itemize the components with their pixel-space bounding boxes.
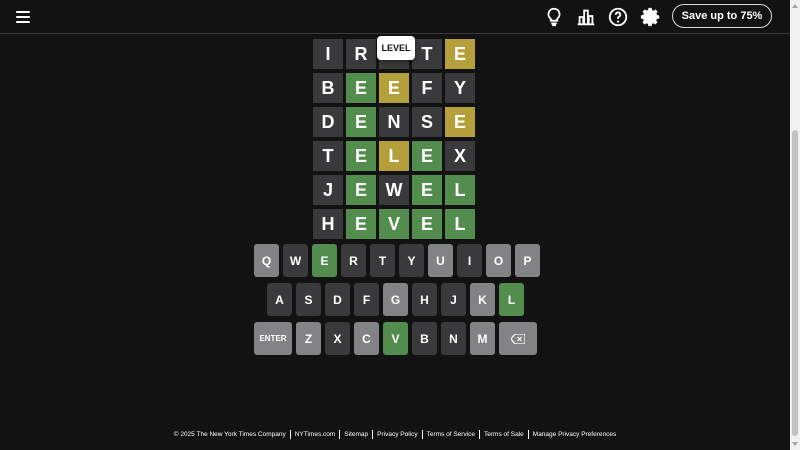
tile: E	[346, 141, 376, 171]
tile: L	[445, 209, 475, 239]
key-s[interactable]: S	[296, 283, 321, 316]
tile: B	[313, 73, 343, 103]
tile: E	[346, 73, 376, 103]
key-o[interactable]: O	[486, 244, 511, 277]
enter-key[interactable]: ENTER	[254, 322, 292, 355]
tile: E	[445, 107, 475, 137]
board-row: DENSE	[313, 107, 479, 137]
game-board: IRTEBEEFYDENSETELEXJEWELHEVEL	[313, 39, 479, 243]
key-e[interactable]: E	[312, 244, 337, 277]
copyright-text: © 2025 The New York Times Company	[173, 431, 286, 438]
save-offer-button[interactable]: Save up to 75%	[672, 4, 772, 28]
key-y[interactable]: Y	[399, 244, 424, 277]
key-x[interactable]: X	[325, 322, 350, 355]
key-j[interactable]: J	[441, 283, 466, 316]
tile: F	[412, 73, 442, 103]
board-row: TELEX	[313, 141, 479, 171]
key-q[interactable]: Q	[254, 244, 279, 277]
keyboard-row: QWERTYUIOP	[254, 244, 540, 277]
key-h[interactable]: H	[412, 283, 437, 316]
tile: H	[313, 209, 343, 239]
footer: © 2025 The New York Times Company NYTimes…	[0, 430, 790, 439]
key-z[interactable]: Z	[296, 322, 321, 355]
tile: V	[379, 209, 409, 239]
key-d[interactable]: D	[325, 283, 350, 316]
tile: L	[445, 175, 475, 205]
key-n[interactable]: N	[441, 322, 466, 355]
key-i[interactable]: I	[457, 244, 482, 277]
tile: E	[412, 175, 442, 205]
key-r[interactable]: R	[341, 244, 366, 277]
menu-icon[interactable]	[16, 11, 30, 23]
key-a[interactable]: A	[267, 283, 292, 316]
tile: D	[313, 107, 343, 137]
key-c[interactable]: C	[354, 322, 379, 355]
key-b[interactable]: B	[412, 322, 437, 355]
footer-link[interactable]: Terms of Service	[423, 431, 479, 438]
tile: E	[445, 39, 475, 69]
board-row: JEWEL	[313, 175, 479, 205]
key-v[interactable]: V	[383, 322, 408, 355]
footer-link[interactable]: Privacy Policy	[373, 431, 421, 438]
tile: T	[313, 141, 343, 171]
tile: J	[313, 175, 343, 205]
tile: E	[379, 73, 409, 103]
key-u[interactable]: U	[428, 244, 453, 277]
key-m[interactable]: M	[470, 322, 495, 355]
tile: Y	[445, 73, 475, 103]
tile: X	[445, 141, 475, 171]
key-f[interactable]: F	[354, 283, 379, 316]
key-l[interactable]: L	[499, 283, 524, 316]
footer-link[interactable]: NYTimes.com	[291, 431, 340, 438]
scroll-up-arrow-icon[interactable]	[792, 4, 798, 8]
settings-gear-icon[interactable]	[640, 6, 662, 28]
footer-link[interactable]: Manage Privacy Preferences	[529, 431, 620, 438]
tile: L	[379, 141, 409, 171]
backspace-icon	[511, 333, 525, 344]
keyboard-row: ASDFGHJKL	[267, 283, 524, 316]
board-row: HEVEL	[313, 209, 479, 239]
tile: E	[346, 209, 376, 239]
board-row: BEEFY	[313, 73, 479, 103]
tile: E	[346, 175, 376, 205]
key-g[interactable]: G	[383, 283, 408, 316]
tile: I	[313, 39, 343, 69]
tile: E	[412, 209, 442, 239]
tile: R	[346, 39, 376, 69]
tile: T	[412, 39, 442, 69]
stats-icon[interactable]	[575, 6, 597, 28]
scrollbar-thumb[interactable]	[792, 130, 798, 436]
footer-link[interactable]: Sitemap	[340, 431, 372, 438]
scroll-down-arrow-icon[interactable]	[792, 442, 798, 446]
word-tooltip: LEVEL	[377, 36, 415, 60]
key-p[interactable]: P	[515, 244, 540, 277]
app-header: Save up to 75%	[0, 0, 790, 34]
help-icon[interactable]	[607, 6, 629, 28]
tile: W	[379, 175, 409, 205]
footer-link[interactable]: Terms of Sale	[480, 431, 528, 438]
vertical-scrollbar[interactable]	[790, 0, 800, 450]
tile: N	[379, 107, 409, 137]
key-t[interactable]: T	[370, 244, 395, 277]
keyboard-row: ENTER Z X C V B N M	[254, 322, 537, 355]
hint-bulb-icon[interactable]	[543, 6, 565, 28]
key-k[interactable]: K	[470, 283, 495, 316]
key-w[interactable]: W	[283, 244, 308, 277]
tile: E	[412, 141, 442, 171]
tile: S	[412, 107, 442, 137]
backspace-key[interactable]	[499, 322, 537, 355]
tile: E	[346, 107, 376, 137]
